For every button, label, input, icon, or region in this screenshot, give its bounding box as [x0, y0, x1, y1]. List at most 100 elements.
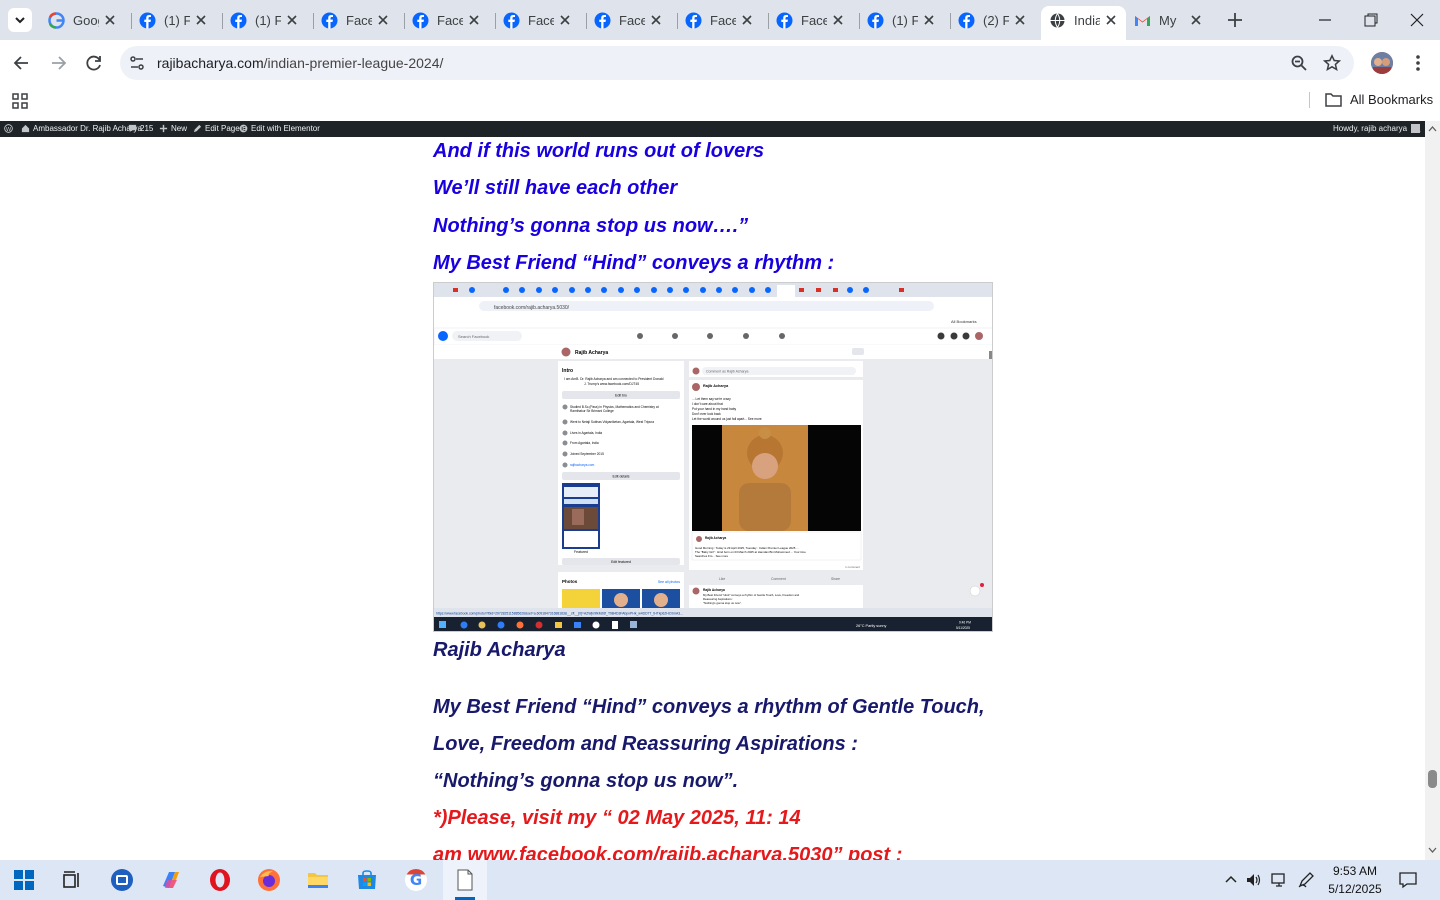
- tab[interactable]: (1) Facebook: [222, 6, 313, 34]
- forward-arrow-icon[interactable]: [48, 53, 68, 73]
- svg-text:All Bookmarks: All Bookmarks: [951, 319, 977, 324]
- minimize-button[interactable]: [1317, 12, 1333, 28]
- close-tab-icon[interactable]: [467, 13, 481, 27]
- wp-new[interactable]: New: [159, 124, 187, 133]
- close-tab-icon[interactable]: [649, 13, 663, 27]
- tab[interactable]: (2) Facebook: [950, 6, 1041, 34]
- clock-date: 5/12/2025: [1328, 882, 1382, 896]
- apps-grid-icon[interactable]: [11, 92, 29, 110]
- wp-edit-page[interactable]: Edit Page: [193, 124, 240, 133]
- close-tab-icon[interactable]: [558, 13, 572, 27]
- svg-text:1 comment: 1 comment: [845, 565, 860, 569]
- svg-text:Like: Like: [719, 577, 725, 581]
- tab[interactable]: Facebook: [495, 6, 586, 34]
- pencil-icon: [193, 124, 202, 133]
- wp-site-name[interactable]: Ambassador Dr. Rajib Acharya: [21, 124, 142, 133]
- close-tab-icon[interactable]: [103, 13, 117, 27]
- close-window-button[interactable]: [1409, 12, 1425, 28]
- tab[interactable]: (1) Facebook: [131, 6, 222, 34]
- tab[interactable]: Facebook: [586, 6, 677, 34]
- site-info-icon[interactable]: [128, 54, 146, 72]
- chrome-icon[interactable]: G: [404, 868, 428, 892]
- bookmarks-separator: [1309, 92, 1310, 108]
- tab[interactable]: (1) Facebook: [859, 6, 950, 34]
- microsoft-store-icon[interactable]: [355, 868, 379, 892]
- tab-list: Google (1) Facebook (1) Facebook Facebook Fa…: [40, 6, 1217, 40]
- tab[interactable]: Facebook: [768, 6, 859, 34]
- new-tab-button[interactable]: [1226, 11, 1244, 29]
- svg-text:I don't care about that: I don't care about that: [692, 402, 723, 406]
- wp-admin-bar: W Ambassador Dr. Rajib Acharya 215 New E…: [0, 121, 1425, 137]
- svg-text:Featured: Featured: [574, 550, 588, 554]
- firefox-icon[interactable]: [257, 868, 281, 892]
- close-tab-icon[interactable]: [1104, 13, 1118, 27]
- tab[interactable]: Facebook: [677, 6, 768, 34]
- notepad-icon[interactable]: [453, 868, 477, 892]
- close-tab-icon[interactable]: [376, 13, 390, 27]
- svg-text:Don't ever look back: Don't ever look back: [692, 412, 721, 416]
- wp-edit-elementor[interactable]: Edit with Elementor: [239, 124, 320, 133]
- tab[interactable]: Google: [40, 6, 131, 34]
- url-text[interactable]: rajibacharya.com/indian-premier-league-2…: [157, 55, 443, 71]
- close-tab-icon[interactable]: [922, 13, 936, 27]
- all-bookmarks-button[interactable]: All Bookmarks: [1325, 92, 1433, 107]
- embedded-screenshot[interactable]: facebook.com/rajib.acharya.5030/ All Boo…: [433, 282, 993, 632]
- svg-text:Share: Share: [831, 577, 840, 581]
- task-view-icon[interactable]: [60, 868, 84, 892]
- page-scrollbar[interactable]: [1425, 121, 1440, 860]
- wp-edit-page-label: Edit Page: [205, 124, 240, 133]
- back-arrow-icon[interactable]: [12, 53, 32, 73]
- visit-notice-line[interactable]: am www.facebook.com/rajib.acharya.5030” …: [433, 844, 902, 860]
- close-tab-icon[interactable]: [831, 13, 845, 27]
- wordpress-icon: W: [4, 124, 13, 133]
- tab-search-button[interactable]: [8, 8, 32, 32]
- url-host: rajibacharya.com: [157, 55, 264, 71]
- scroll-down-arrow-icon[interactable]: [1428, 846, 1437, 854]
- facebook-icon: [412, 12, 429, 28]
- svg-text:I am AmB. Dr. Rajib Acharya an: I am AmB. Dr. Rajib Acharya and am conne…: [564, 377, 664, 381]
- facebook-icon: [230, 12, 247, 28]
- reload-icon[interactable]: [84, 53, 104, 73]
- more-menu-icon[interactable]: [1410, 53, 1426, 73]
- svg-text:Put your hand in my hand baby: Put your hand in my hand baby: [692, 407, 737, 411]
- paragraph-line: “Nothing’s gonna stop us now”.: [433, 770, 739, 792]
- gmail-icon: [1135, 15, 1150, 26]
- show-hidden-icons-chevron-up-icon[interactable]: [1222, 871, 1240, 889]
- network-icon[interactable]: [1270, 871, 1288, 889]
- app-icon-blue[interactable]: [110, 868, 134, 892]
- close-tab-icon[interactable]: [194, 13, 208, 27]
- profile-avatar[interactable]: [1371, 52, 1393, 74]
- opera-icon[interactable]: [208, 868, 232, 892]
- windows-start-icon[interactable]: [12, 868, 36, 892]
- tab[interactable]: Facebook: [313, 6, 404, 34]
- tab-active[interactable]: Indian: [1041, 6, 1126, 40]
- close-tab-icon[interactable]: [1013, 13, 1027, 27]
- close-tab-icon[interactable]: [285, 13, 299, 27]
- svg-text:Comment: Comment: [771, 577, 786, 581]
- restore-button[interactable]: [1363, 12, 1379, 28]
- pen-ink-icon[interactable]: [1297, 871, 1315, 889]
- close-tab-icon[interactable]: [740, 13, 754, 27]
- tab[interactable]: My: [1126, 6, 1217, 34]
- volume-icon[interactable]: [1245, 871, 1263, 889]
- wp-new-label: New: [171, 124, 188, 133]
- file-explorer-icon[interactable]: [306, 868, 330, 892]
- wp-search-icon[interactable]: [1412, 124, 1421, 133]
- svg-text:Intro: Intro: [562, 368, 573, 374]
- image-caption: Rajib Acharya: [433, 639, 566, 661]
- scrollbar-thumb[interactable]: [1428, 770, 1437, 788]
- notifications-icon[interactable]: [1398, 870, 1418, 890]
- tab-title: (1) Facebook: [892, 12, 918, 28]
- wp-logo[interactable]: W: [4, 124, 16, 133]
- wp-comments[interactable]: 215: [128, 124, 153, 133]
- scroll-up-arrow-icon[interactable]: [1428, 125, 1437, 133]
- wp-howdy[interactable]: Howdy, rajib acharya: [1333, 124, 1421, 133]
- bookmark-star-icon[interactable]: [1323, 54, 1341, 72]
- taskbar-clock[interactable]: 9:53 AM 5/12/2025: [1322, 862, 1388, 898]
- svg-text:Edit bio: Edit bio: [615, 394, 627, 398]
- screenshot-graphic: facebook.com/rajib.acharya.5030/ All Boo…: [434, 283, 992, 631]
- copilot-icon[interactable]: [159, 868, 183, 892]
- zoom-icon[interactable]: [1290, 54, 1308, 72]
- tab[interactable]: Facebook: [404, 6, 495, 34]
- close-tab-icon[interactable]: [1189, 13, 1203, 27]
